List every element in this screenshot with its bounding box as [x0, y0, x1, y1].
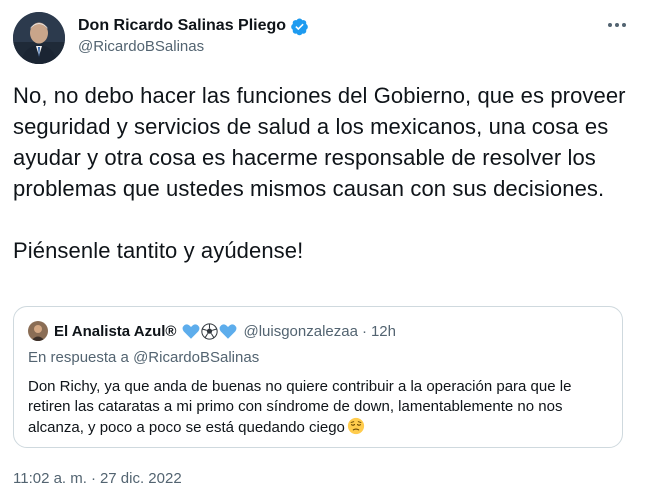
quoted-tweet-text: Don Richy, ya que anda de buenas no quie… [28, 377, 613, 441]
tweet-paragraph-1: No, no debo hacer las funciones del Gobi… [13, 83, 626, 201]
reply-context: En respuesta a @RicardoBSalinas [28, 349, 259, 366]
tweet-paragraph-2: Piénsenle tantito y ayúdense! [13, 238, 304, 263]
timestamp-separator: · [90, 470, 96, 487]
tweet-date[interactable]: 27 dic. 2022 [100, 470, 182, 487]
quoted-separator: · [361, 322, 367, 340]
more-horizontal-icon [608, 23, 626, 27]
quoted-author-avatar[interactable] [28, 321, 48, 341]
tweet-timestamp[interactable]: 11:02 a. m. · 27 dic. 2022 [13, 470, 182, 487]
verified-badge-icon [290, 17, 309, 36]
author-display-name[interactable]: Don Ricardo Salinas Pliego [78, 17, 286, 35]
blue-heart-icon [220, 323, 237, 339]
blue-heart-icon [183, 323, 200, 339]
tweet-card: Don Ricardo Salinas Pliego @RicardoBSali… [0, 0, 654, 493]
author-handle[interactable]: @RicardoBSalinas [78, 38, 204, 55]
pensive-face-icon [347, 417, 365, 441]
more-options-button[interactable] [602, 14, 632, 36]
quoted-tweet-text-content: Don Richy, ya que anda de buenas no quie… [28, 378, 572, 436]
quoted-tweet[interactable]: El Analista Azul® @luisgonzalezaa · 12h … [13, 306, 623, 448]
tweet-body: No, no debo hacer las funciones del Gobi… [13, 80, 643, 266]
tweet-time[interactable]: 11:02 a. m. [13, 470, 87, 487]
author-avatar[interactable] [13, 12, 65, 64]
quoted-author-name[interactable]: El Analista Azul® [54, 323, 176, 340]
soccer-ball-icon [201, 322, 219, 340]
reply-prefix: En respuesta a [28, 349, 129, 366]
reply-mention-link[interactable]: @RicardoBSalinas [133, 349, 259, 366]
quoted-author-emojis [182, 322, 237, 340]
quoted-author-handle[interactable]: @luisgonzalezaa [243, 323, 357, 340]
author-name-row[interactable]: Don Ricardo Salinas Pliego [78, 16, 309, 36]
quoted-tweet-header: El Analista Azul® @luisgonzalezaa · 12h [28, 321, 396, 341]
quoted-timestamp[interactable]: 12h [371, 323, 396, 340]
